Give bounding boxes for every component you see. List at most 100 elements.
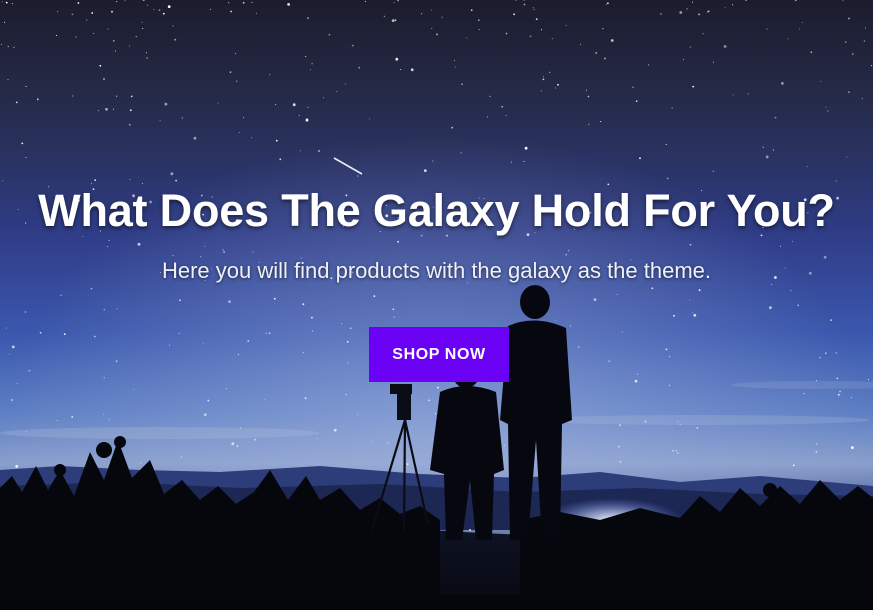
star [835,352,837,354]
star [5,327,7,329]
star [174,38,177,41]
star [108,418,110,420]
star [565,24,567,26]
star [712,61,714,63]
star [252,251,254,253]
star [181,117,183,119]
star [410,68,414,72]
star [112,108,115,110]
star [94,179,97,182]
star [501,105,504,108]
star [593,298,597,301]
star [619,460,622,463]
star [347,362,349,364]
star [238,131,240,134]
star [8,353,10,355]
star [372,440,374,442]
star [107,28,109,30]
star [292,103,296,107]
star [142,28,144,30]
star [358,66,361,69]
star [557,83,559,86]
star [175,179,178,182]
star [532,7,534,9]
star [36,98,39,101]
star [810,51,813,54]
star [816,443,818,445]
star [254,438,256,441]
star [311,330,313,332]
star [686,8,688,10]
star [723,45,727,48]
star [587,95,590,98]
star [307,106,309,108]
star [56,420,58,422]
star [503,444,506,447]
star [791,240,793,243]
star [167,5,171,8]
star [364,0,366,2]
star [712,170,714,172]
star [229,71,232,74]
star [25,156,27,159]
star [863,40,865,42]
star [395,57,399,61]
star [595,52,598,54]
star [311,63,313,65]
star [706,11,708,13]
star [11,3,13,5]
star [604,57,606,60]
star [454,66,456,68]
star [602,28,604,30]
star [137,242,141,246]
star [689,299,691,301]
star [170,172,174,176]
star [93,32,95,35]
star [523,160,525,162]
star [762,146,764,148]
star [577,346,580,348]
star [766,28,768,30]
star [781,82,784,85]
star [660,13,662,15]
star [747,93,749,95]
star [466,37,468,39]
star [237,354,239,356]
star [540,29,543,31]
star [107,246,109,248]
star [116,308,118,310]
shop-now-button[interactable]: SHOP NOW [369,327,509,382]
star [610,39,614,42]
star [11,345,15,349]
star [505,32,508,35]
star [397,240,399,243]
star [71,13,74,16]
star [333,428,337,432]
star [129,178,131,180]
star [724,7,726,9]
star [635,100,638,103]
star [543,76,545,78]
star [275,103,277,106]
star [135,36,137,38]
star [651,287,654,290]
star [549,71,551,73]
star [830,319,832,321]
star [797,304,800,307]
star [392,308,395,311]
star [851,446,854,449]
star [616,293,618,295]
star [115,360,118,363]
star [732,94,734,96]
star [234,52,236,55]
star [77,2,80,4]
star [801,21,803,24]
star [533,9,535,11]
star [621,331,623,333]
star [513,13,515,16]
star [851,53,854,55]
star [431,27,433,29]
star [268,332,271,335]
star [247,340,250,342]
star [606,3,608,5]
